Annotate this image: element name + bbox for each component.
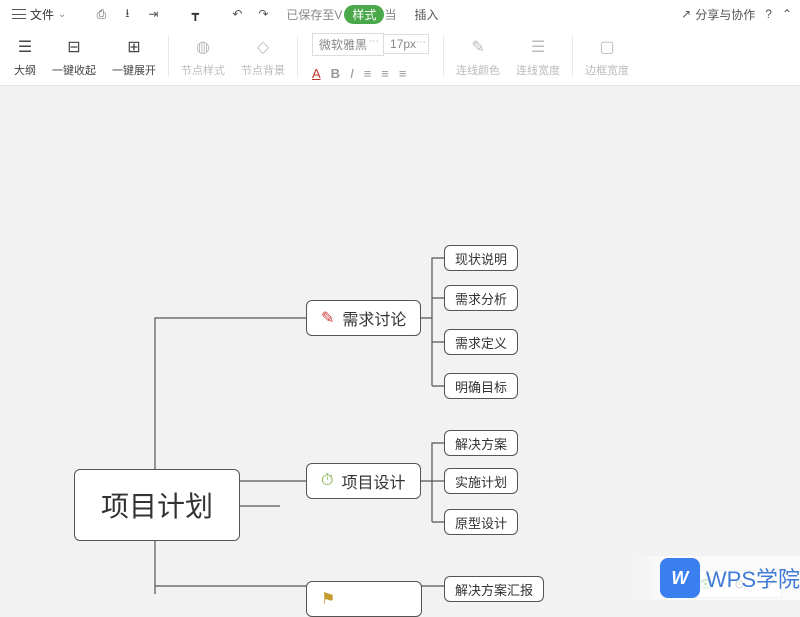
collapse-label: 一键收起 [52, 62, 96, 78]
branch-2-label: 项目设计 [341, 469, 405, 493]
leaf-node[interactable]: 实施计划 [444, 468, 518, 494]
branch-node-1[interactable]: ✎ 需求讨论 [306, 300, 421, 336]
font-size-select[interactable]: 17px [384, 34, 429, 54]
align-center-icon[interactable]: ≡ [381, 66, 389, 81]
file-label: 文件 [30, 6, 54, 23]
wps-watermark-text: WPS学院 [706, 562, 800, 594]
redo-icon[interactable]: ↷ [252, 3, 274, 25]
export-icon[interactable]: ⇥ [142, 3, 164, 25]
node-style-button[interactable]: ◍ 节点样式 [181, 36, 225, 78]
expand-icon: ⊞ [123, 36, 145, 58]
ribbon-toolbar: ☰ 大纲 ⊟ 一键收起 ⊞ 一键展开 ◍ 节点样式 ◇ 节点背景 [0, 28, 800, 86]
collapse-ribbon-icon[interactable]: ⌃ [782, 7, 792, 21]
pencil-icon: ✎ [321, 308, 334, 328]
chevron-down-icon: ⌄ [58, 9, 66, 20]
file-menu[interactable]: 文件 ⌄ [8, 4, 70, 25]
style-badge[interactable]: 样式 [344, 5, 384, 24]
border-width-label: 边框宽度 [585, 62, 629, 78]
leaf-node[interactable]: 明确目标 [444, 373, 518, 399]
save-status-suffix: 当 [384, 6, 396, 23]
expand-all-button[interactable]: ⊞ 一键展开 [112, 36, 156, 78]
menu-bar: 文件 ⌄ ⎙ ⭳ ⇥ ┳ ↶ ↷ 已保存至V 样式 当 插入 ↗ 分享与协作 ?… [0, 0, 800, 28]
help-icon[interactable]: ? [765, 7, 772, 21]
italic-button[interactable]: I [350, 66, 354, 81]
leaf-node[interactable]: 解决方案 [444, 430, 518, 456]
print-icon[interactable]: ⎙ [90, 3, 112, 25]
flag-icon: ⚑ [321, 589, 335, 609]
download-icon[interactable]: ⭳ [116, 3, 138, 25]
leaf-node[interactable]: 现状说明 [444, 245, 518, 271]
wps-watermark: W WPS学院 [630, 556, 800, 600]
undo-icon[interactable]: ↶ [226, 3, 248, 25]
format-brush-icon[interactable]: ┳ [184, 3, 206, 25]
outline-icon: ☰ [14, 36, 36, 58]
line-color-icon: ✎ [467, 36, 489, 58]
node-style-label: 节点样式 [181, 62, 225, 78]
collapse-icon: ⊟ [63, 36, 85, 58]
save-status-prefix: 已保存至V [286, 6, 342, 23]
branch-1-label: 需求讨论 [342, 306, 406, 330]
leaf-node[interactable]: 原型设计 [444, 509, 518, 535]
node-bg-label: 节点背景 [241, 62, 285, 78]
border-width-button[interactable]: ▢ 边框宽度 [585, 36, 629, 78]
outline-label: 大纲 [14, 62, 36, 78]
line-color-button[interactable]: ✎ 连线颜色 [456, 36, 500, 78]
share-button[interactable]: ↗ 分享与协作 [681, 6, 755, 23]
line-width-label: 连线宽度 [516, 62, 560, 78]
node-bg-icon: ◇ [252, 36, 274, 58]
collapse-all-button[interactable]: ⊟ 一键收起 [52, 36, 96, 78]
node-bg-button[interactable]: ◇ 节点背景 [241, 36, 285, 78]
align-left-icon[interactable]: ≡ [364, 66, 372, 81]
line-width-button[interactable]: ☰ 连线宽度 [516, 36, 560, 78]
border-width-icon: ▢ [596, 36, 618, 58]
wps-logo-icon: W [660, 558, 700, 598]
line-width-icon: ☰ [527, 36, 549, 58]
root-node[interactable]: 项目计划 [74, 469, 240, 541]
stopwatch-icon: ⏱ [321, 472, 333, 490]
expand-label: 一键展开 [112, 62, 156, 78]
leaf-node[interactable]: 需求分析 [444, 285, 518, 311]
font-family-select[interactable]: 微软雅黑 [312, 33, 384, 56]
hamburger-icon [12, 9, 26, 19]
node-style-icon: ◍ [192, 36, 214, 58]
share-label: 分享与协作 [695, 6, 755, 23]
outline-button[interactable]: ☰ 大纲 [14, 36, 36, 78]
font-color-button[interactable]: A [312, 66, 321, 81]
leaf-node[interactable]: 解决方案汇报 [444, 576, 544, 602]
mindmap-canvas[interactable]: 项目计划 ✎ 需求讨论 现状说明 需求分析 需求定义 明确目标 ⏱ 项目设计 解… [0, 86, 800, 600]
leaf-node[interactable]: 需求定义 [444, 329, 518, 355]
insert-menu[interactable]: 插入 [414, 6, 438, 23]
branch-node-3[interactable]: ⚑ 汇报讨论 [306, 581, 422, 617]
share-icon: ↗ [681, 7, 691, 21]
align-right-icon[interactable]: ≡ [399, 66, 407, 81]
line-color-label: 连线颜色 [456, 62, 500, 78]
bold-button[interactable]: B [331, 66, 340, 81]
font-group: 微软雅黑 17px A B I ≡ ≡ ≡ [302, 28, 439, 85]
branch-node-2[interactable]: ⏱ 项目设计 [306, 463, 421, 499]
